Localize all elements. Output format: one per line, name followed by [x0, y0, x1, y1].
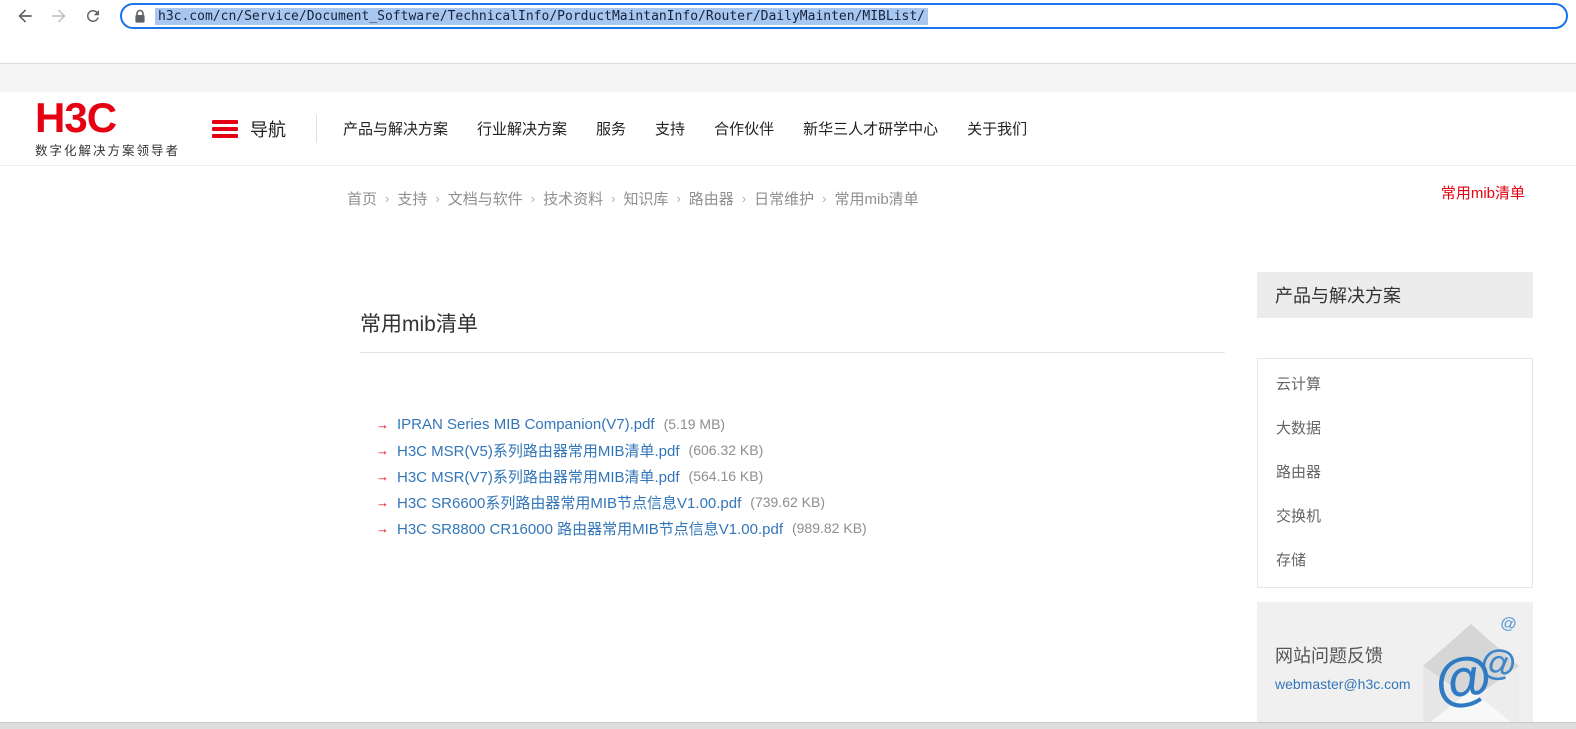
- nav-item[interactable]: 合作伙伴: [714, 118, 774, 139]
- nav-item[interactable]: 行业解决方案: [477, 118, 567, 139]
- file-row: → H3C MSR(V7)系列路由器常用MIB清单.pdf (564.16 KB…: [360, 463, 1225, 489]
- nav-item[interactable]: 支持: [655, 118, 685, 139]
- breadcrumb-separator-icon: ›: [822, 190, 827, 206]
- header-divider: [316, 114, 317, 143]
- red-arrow-icon: →: [376, 494, 389, 510]
- breadcrumb-link[interactable]: 文档与软件: [448, 188, 523, 209]
- back-button[interactable]: [8, 3, 42, 29]
- site-header: H3C 数字化解决方案领导者 导航 产品与解决方案 行业解决方案 服务 支持 合…: [0, 92, 1576, 166]
- bookmarks-bar: [0, 63, 1576, 92]
- sidebar-category-item[interactable]: 云计算: [1258, 363, 1532, 407]
- breadcrumb-separator-icon: ›: [530, 190, 536, 206]
- file-link[interactable]: H3C MSR(V5)系列路由器常用MIB清单.pdf: [397, 440, 680, 461]
- nav-menu-toggle[interactable]: 导航: [212, 116, 286, 142]
- browser-toolbar: h3c.com/cn/Service/Document_Software/Tec…: [0, 0, 1576, 30]
- refresh-button[interactable]: [76, 3, 110, 29]
- title-divider: [360, 352, 1225, 353]
- breadcrumb-link[interactable]: 路由器: [689, 188, 734, 209]
- h3c-logo[interactable]: H3C 数字化解决方案领导者: [35, 94, 200, 159]
- red-arrow-icon: →: [376, 416, 389, 432]
- red-arrow-icon: →: [376, 468, 389, 484]
- breadcrumb: 首页 › 支持 › 文档与软件 › 技术资料 › 知识库 › 路由器 › 日常维…: [347, 188, 919, 209]
- breadcrumb-separator-icon: ›: [741, 190, 747, 206]
- breadcrumb-separator-icon: ›: [611, 190, 616, 206]
- svg-text:@: @: [1432, 643, 1495, 714]
- forward-button[interactable]: [42, 3, 76, 29]
- breadcrumb-link[interactable]: 首页: [347, 188, 377, 209]
- sidebar-category-item[interactable]: 存储: [1258, 539, 1532, 583]
- sidebar-category-list: 云计算 大数据 路由器 交换机 存储: [1257, 358, 1533, 588]
- breadcrumb-link[interactable]: 技术资料: [543, 188, 603, 209]
- file-size: (989.82 KB): [791, 520, 867, 536]
- file-row: → H3C SR6600系列路由器常用MIB节点信息V1.00.pdf (739…: [360, 489, 1225, 515]
- horizontal-scrollbar[interactable]: [0, 722, 1576, 729]
- svg-text:@: @: [1499, 614, 1518, 634]
- sidebar: 产品与解决方案 云计算 大数据 路由器 交换机 存储 网站问题反馈 webmas…: [1257, 272, 1533, 727]
- nav-item[interactable]: 服务: [596, 118, 626, 139]
- url-text[interactable]: h3c.com/cn/Service/Document_Software/Tec…: [155, 7, 929, 25]
- file-link[interactable]: H3C MSR(V7)系列路由器常用MIB清单.pdf: [397, 466, 680, 487]
- breadcrumb-link[interactable]: 日常维护: [754, 188, 814, 209]
- breadcrumb-link[interactable]: 支持: [397, 188, 427, 209]
- forward-arrow-icon: [52, 9, 66, 23]
- file-size: (564.16 KB): [688, 468, 764, 484]
- sidebar-title: 产品与解决方案: [1257, 272, 1533, 318]
- sidebar-category-item[interactable]: 交换机: [1258, 495, 1532, 539]
- file-size: (606.32 KB): [688, 442, 764, 458]
- file-link[interactable]: IPRAN Series MIB Companion(V7).pdf: [397, 416, 655, 433]
- main-nav: 产品与解决方案 行业解决方案 服务 支持 合作伙伴 新华三人才研学中心 关于我们: [343, 118, 1027, 139]
- nav-item[interactable]: 关于我们: [967, 118, 1027, 139]
- breadcrumb-link[interactable]: 知识库: [623, 188, 668, 209]
- file-row: → IPRAN Series MIB Companion(V7).pdf (5.…: [360, 411, 1225, 437]
- address-bar[interactable]: h3c.com/cn/Service/Document_Software/Tec…: [120, 3, 1568, 29]
- back-arrow-icon: [18, 9, 32, 23]
- file-link[interactable]: H3C SR6600系列路由器常用MIB节点信息V1.00.pdf: [397, 492, 741, 513]
- file-row: → H3C MSR(V5)系列路由器常用MIB清单.pdf (606.32 KB…: [360, 437, 1225, 463]
- logo-tagline: 数字化解决方案领导者: [35, 144, 181, 158]
- red-arrow-icon: →: [376, 442, 389, 458]
- file-size: (739.62 KB): [750, 494, 825, 510]
- main-content: 常用mib清单 → IPRAN Series MIB Companion(V7)…: [360, 312, 1225, 541]
- sidebar-category-item[interactable]: 大数据: [1258, 407, 1532, 451]
- sidebar-category-item[interactable]: 路由器: [1258, 451, 1532, 495]
- current-page-label: 常用mib清单: [1440, 185, 1525, 202]
- nav-toggle-label: 导航: [250, 119, 286, 140]
- breadcrumb-row: 首页 › 支持 › 文档与软件 › 技术资料 › 知识库 › 路由器 › 日常维…: [0, 166, 1576, 230]
- breadcrumb-link[interactable]: 常用mib清单: [835, 188, 919, 209]
- feedback-email-link[interactable]: webmaster@h3c.com: [1275, 676, 1411, 692]
- breadcrumb-separator-icon: ›: [435, 190, 440, 206]
- feedback-box: 网站问题反馈 webmaster@h3c.com @ @ @: [1257, 602, 1533, 727]
- file-row: → H3C SR8800 CR16000 路由器常用MIB节点信息V1.00.p…: [360, 515, 1225, 541]
- email-envelope-icon: @ @ @: [1409, 608, 1529, 727]
- breadcrumb-separator-icon: ›: [676, 190, 681, 206]
- page-title: 常用mib清单: [360, 313, 478, 336]
- lock-icon[interactable]: [134, 9, 146, 24]
- toolbar-spacer: [0, 30, 1576, 63]
- hamburger-icon: [212, 119, 238, 138]
- nav-item[interactable]: 新华三人才研学中心: [803, 118, 938, 139]
- refresh-icon: [86, 10, 99, 22]
- breadcrumb-separator-icon: ›: [385, 190, 390, 206]
- nav-item[interactable]: 产品与解决方案: [343, 118, 448, 139]
- file-link[interactable]: H3C SR8800 CR16000 路由器常用MIB节点信息V1.00.pdf: [397, 518, 783, 539]
- file-size: (5.19 MB): [663, 416, 726, 432]
- h3c-logo-text: H3C: [35, 94, 117, 141]
- file-list: → IPRAN Series MIB Companion(V7).pdf (5.…: [360, 411, 1225, 541]
- red-arrow-icon: →: [376, 520, 389, 536]
